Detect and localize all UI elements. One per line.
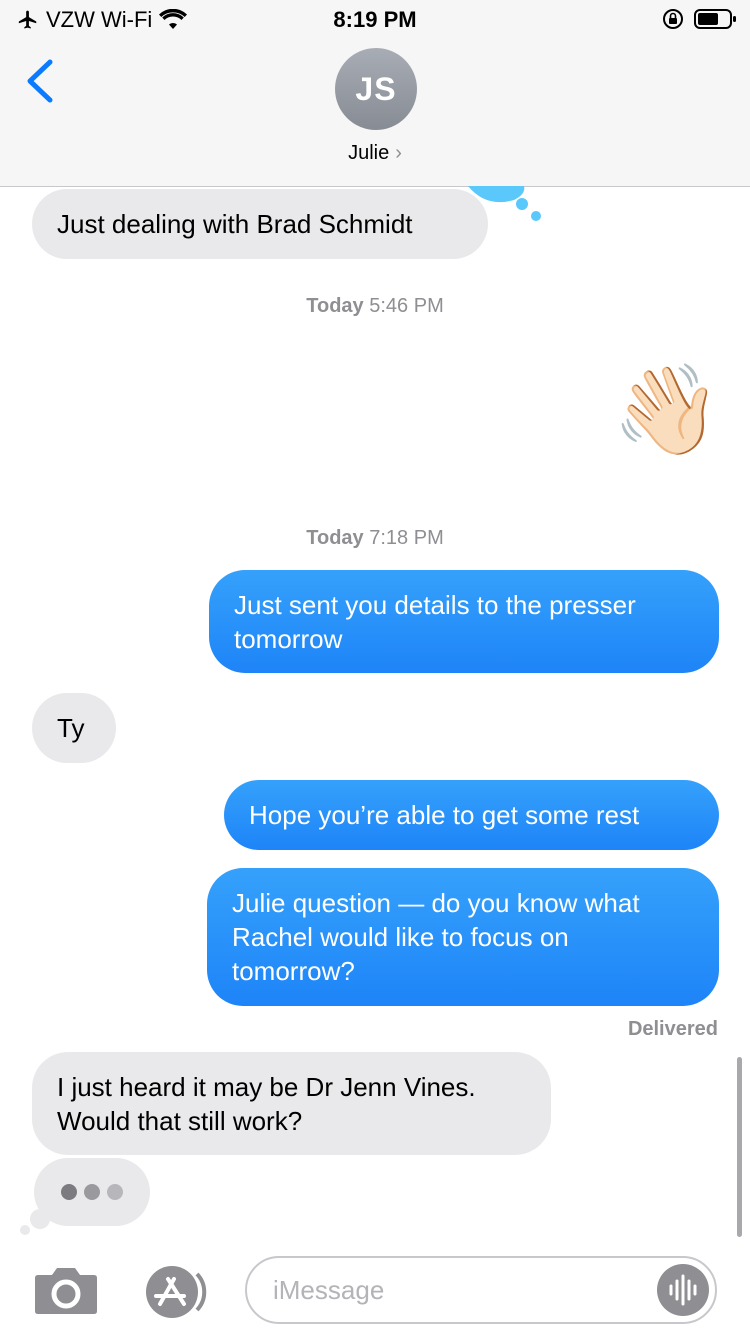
status-bar: VZW Wi-Fi 8:19 PM [0, 0, 750, 40]
outgoing-bubble[interactable]: Julie question — do you know what Rachel… [207, 868, 719, 1006]
timestamp: Today 7:18 PM [0, 527, 750, 550]
message-input-placeholder: iMessage [273, 1275, 385, 1305]
battery-icon [694, 9, 736, 29]
contact-name-row[interactable]: Julie › [0, 142, 750, 165]
message-input[interactable]: iMessage [245, 1256, 717, 1324]
waveform-icon [669, 1274, 697, 1306]
typing-tail-dot [20, 1225, 30, 1235]
timestamp: Today 5:46 PM [0, 295, 750, 318]
timestamp-day: Today [306, 527, 364, 549]
app-store-icon [146, 1266, 207, 1318]
camera-button[interactable] [34, 1265, 98, 1320]
outgoing-bubble[interactable]: Hope you’re able to get some rest [224, 780, 719, 850]
clock: 8:19 PM [333, 7, 417, 32]
message-text: Hope you’re able to get some rest [249, 800, 640, 830]
typing-dots-icon [61, 1184, 123, 1200]
timestamp-time: 5:46 PM [369, 295, 444, 317]
audio-message-button[interactable] [657, 1264, 709, 1316]
message-text: I just heard it may be Dr Jenn Vines. Wo… [57, 1072, 476, 1136]
timestamp-day: Today [306, 295, 364, 317]
message-text: Just sent you details to the presser tom… [234, 590, 636, 654]
tapback-reaction-icon[interactable] [464, 186, 548, 226]
scroll-indicator[interactable] [737, 1057, 742, 1237]
outgoing-bubble[interactable]: Just sent you details to the presser tom… [209, 570, 719, 673]
incoming-bubble[interactable]: I just heard it may be Dr Jenn Vines. Wo… [32, 1052, 551, 1155]
timestamp-time: 7:18 PM [369, 527, 444, 549]
chevron-left-icon [27, 59, 53, 103]
wave-emoji-message[interactable]: 👋🏻 [612, 360, 722, 460]
chevron-right-icon: › [395, 142, 402, 164]
typing-indicator [34, 1158, 150, 1226]
back-button[interactable] [22, 56, 58, 106]
typing-tail-dot [30, 1209, 50, 1229]
status-right [662, 8, 736, 30]
app-store-button[interactable] [140, 1264, 214, 1325]
message-text: Julie question — do you know what Rachel… [232, 888, 640, 986]
contact-avatar[interactable]: JS [335, 48, 417, 130]
incoming-bubble[interactable]: Just dealing with Brad Schmidt [32, 189, 488, 259]
delivered-status: Delivered [627, 1018, 718, 1040]
contact-name: Julie [348, 142, 390, 164]
camera-icon [35, 1268, 97, 1314]
incoming-bubble[interactable]: Ty [32, 693, 116, 763]
orientation-lock-icon [663, 9, 683, 29]
message-text: Just dealing with Brad Schmidt [57, 209, 413, 239]
message-text: Ty [57, 713, 85, 743]
